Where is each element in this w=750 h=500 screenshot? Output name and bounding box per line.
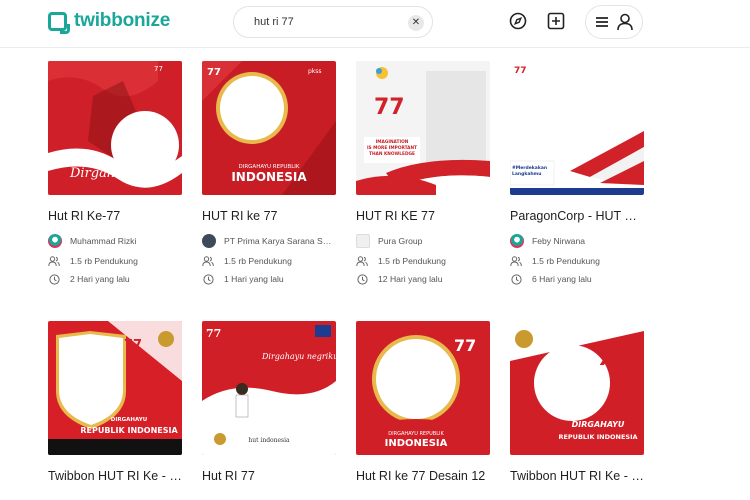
thumb-text: hut indonesia (248, 437, 290, 444)
created-time: 12 Hari yang lalu (356, 272, 490, 286)
campaign-owner[interactable]: Feby Nirwana (510, 234, 644, 248)
logo-icon (48, 11, 70, 34)
search-box: ✕ (233, 6, 433, 38)
campaign-title[interactable]: Twibbon HUT RI Ke - 77 (510, 469, 644, 485)
campaign-card[interactable]: 77 pkss DIRGAHAYU REPUBLIK INDONESIA HUT… (202, 61, 336, 286)
supporter-count: 1.5 rb Pendukung (202, 254, 336, 268)
svg-text:77: 77 (514, 66, 527, 76)
thumb-text: INDONESIA (231, 170, 307, 184)
campaign-thumbnail: 77 #Merdekakan Langkahmu (510, 61, 644, 195)
svg-text:77: 77 (206, 327, 221, 340)
user-menu-button[interactable] (585, 5, 643, 39)
created-time: 2 Hari yang lalu (48, 272, 182, 286)
brand-logo[interactable]: twibbonize (48, 10, 171, 34)
campaign-thumbnail: 77 DIRGAHAYU REPUBLIK INDONESIA (48, 321, 182, 455)
owner-avatar (48, 234, 62, 248)
campaign-thumbnail: 77 IMAGINATION IS MORE IMPORTANT THAN KN… (356, 61, 490, 195)
owner-avatar (202, 234, 216, 248)
thumb-text: INDONESIA (385, 438, 448, 449)
campaign-title[interactable]: Hut RI 77 (202, 469, 336, 485)
svg-text:77: 77 (374, 95, 405, 120)
campaign-title[interactable]: ParagonCorp - HUT RI ke 77 (510, 209, 644, 225)
clear-search-icon[interactable]: ✕ (408, 15, 424, 31)
svg-text:77: 77 (598, 346, 629, 371)
thumb-subtitle: DIRGAHAYU (111, 417, 147, 423)
supporters-icon (48, 255, 60, 267)
supporter-count: 1.5 rb Pendukung (356, 254, 490, 268)
owner-avatar (356, 234, 370, 248)
svg-text:#Merdekakan: #Merdekakan (512, 165, 547, 171)
user-icon (617, 13, 633, 31)
thumb-subtitle: DIRGAHAYU (572, 420, 625, 429)
campaign-owner[interactable]: Pura Group (356, 234, 490, 248)
campaign-owner[interactable]: PT Prima Karya Sarana Sejahtera (202, 234, 336, 248)
supporters-icon (202, 255, 214, 267)
supporter-count: 1.5 rb Pendukung (510, 254, 644, 268)
svg-text:77: 77 (454, 336, 476, 355)
campaign-title[interactable]: HUT RI KE 77 (356, 209, 490, 225)
campaign-title[interactable]: HUT RI ke 77 (202, 209, 336, 225)
thumb-text: REPUBLIK INDONESIA (80, 426, 178, 435)
owner-avatar (510, 234, 524, 248)
hamburger-icon (596, 17, 608, 27)
clock-icon (356, 273, 368, 285)
clock-icon (510, 273, 522, 285)
campaign-thumbnail: 77 Dirgahayu negriku hut indonesia (202, 321, 336, 455)
created-time: 6 Hari yang lalu (510, 272, 644, 286)
svg-text:THAN KNOWLEDGE: THAN KNOWLEDGE (369, 151, 415, 157)
campaign-thumbnail: 77 DIRGAHAYU REPUBLIK INDONESIA (356, 321, 490, 455)
campaign-card[interactable]: 77 Dirgahayu Hut RI Ke-77 Muhammad Rizki… (48, 61, 182, 286)
svg-text:IS MORE IMPORTANT: IS MORE IMPORTANT (367, 145, 417, 151)
thumb-subtitle: DIRGAHAYU REPUBLIK (388, 431, 444, 437)
thumb-subtitle: Dirgahayu negriku (261, 352, 336, 361)
svg-text:pkss: pkss (308, 68, 322, 75)
campaign-title[interactable]: Hut RI Ke-77 (48, 209, 182, 225)
clock-icon (202, 273, 214, 285)
campaign-card[interactable]: 77 DIRGAHAYU REPUBLIK INDONESIA Twibbon … (510, 321, 644, 485)
explore-compass-icon[interactable] (507, 10, 529, 32)
campaign-thumbnail: 77 DIRGAHAYU REPUBLIK INDONESIA (510, 321, 644, 455)
campaign-title[interactable]: Hut RI ke 77 Desain 12 (356, 469, 490, 485)
campaign-card[interactable]: 77 #Merdekakan Langkahmu ParagonCorp - H… (510, 61, 644, 286)
thumb-text: Dirgahayu (69, 166, 139, 181)
campaign-thumbnail: 77 pkss DIRGAHAYU REPUBLIK INDONESIA (202, 61, 336, 195)
campaign-card[interactable]: 77 Dirgahayu negriku hut indonesia Hut R… (202, 321, 336, 485)
svg-text:IMAGINATION: IMAGINATION (376, 139, 409, 145)
svg-text:77: 77 (154, 65, 163, 73)
svg-text:77: 77 (124, 338, 142, 353)
campaign-card[interactable]: 77 DIRGAHAYU REPUBLIK INDONESIA Hut RI k… (356, 321, 490, 485)
svg-text:77: 77 (207, 67, 221, 78)
thumb-text: REPUBLIK INDONESIA (558, 433, 637, 441)
top-navbar: twibbonize ✕ (0, 0, 750, 48)
campaign-card[interactable]: 77 DIRGAHAYU REPUBLIK INDONESIA Twibbon … (48, 321, 182, 485)
search-input[interactable] (254, 14, 404, 30)
created-time: 1 Hari yang lalu (202, 272, 336, 286)
supporter-count: 1.5 rb Pendukung (48, 254, 182, 268)
svg-text:Langkahmu: Langkahmu (512, 171, 541, 177)
create-campaign-plus-icon[interactable] (545, 10, 567, 32)
campaign-title[interactable]: Twibbon HUT RI Ke - 77 (48, 469, 182, 485)
campaign-owner[interactable]: Muhammad Rizki (48, 234, 182, 248)
brand-name: twibbonize (74, 10, 171, 31)
campaign-thumbnail: 77 Dirgahayu (48, 61, 182, 195)
campaign-card[interactable]: 77 IMAGINATION IS MORE IMPORTANT THAN KN… (356, 61, 490, 286)
supporters-icon (510, 255, 522, 267)
supporters-icon (356, 255, 368, 267)
clock-icon (48, 273, 60, 285)
